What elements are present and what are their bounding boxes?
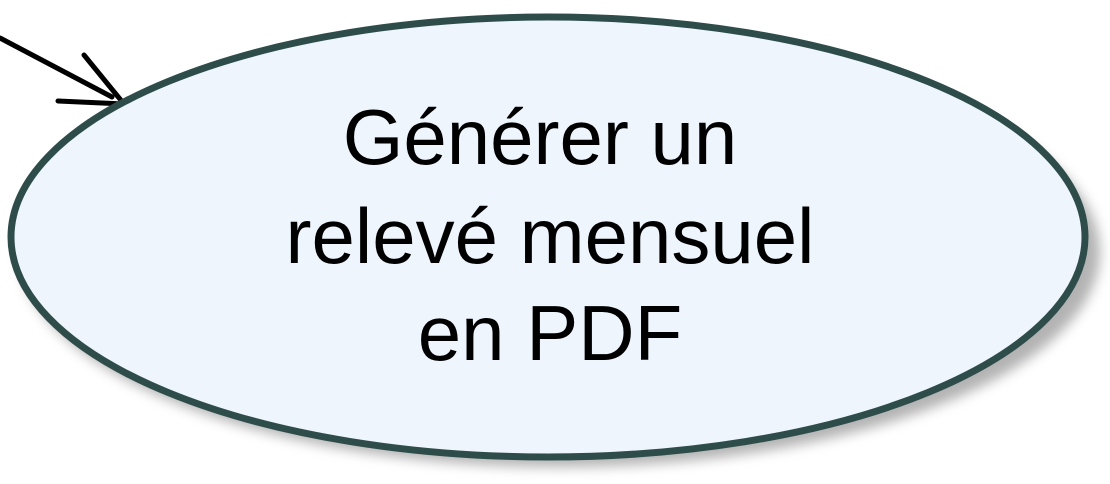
use-case-label-line-2: relevé mensuel <box>286 192 815 280</box>
use-case-label-line-1: Générer un <box>343 93 738 181</box>
diagram-canvas: Générer un relevé mensuel en PDF <box>0 0 1110 484</box>
use-case-label-line-3: en PDF <box>418 289 682 377</box>
use-case-diagram: Générer un relevé mensuel en PDF <box>0 13 1100 467</box>
